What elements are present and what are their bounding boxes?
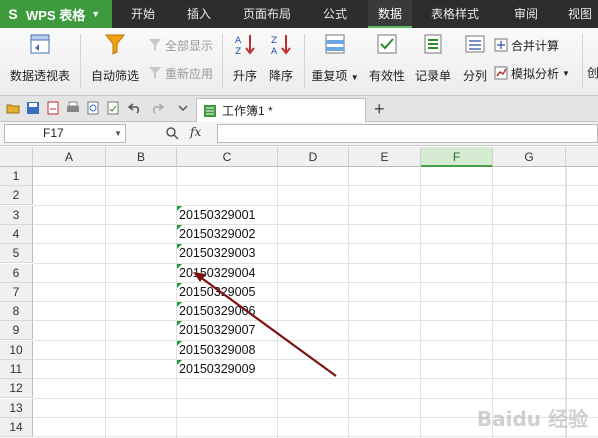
reapply-filter-icon: [149, 67, 161, 79]
reapply-button[interactable]: 重新应用: [148, 64, 213, 82]
chevron-down-icon: ▼: [562, 68, 570, 78]
more-ribbon-button[interactable]: 创: [586, 32, 598, 90]
show-all-button[interactable]: 全部显示: [148, 36, 213, 54]
svg-text:A: A: [235, 36, 242, 46]
what-if-button[interactable]: 模拟分析 ▼: [494, 64, 570, 82]
sort-ascending-button[interactable]: A Z 升序: [228, 32, 262, 90]
clear-filter-icon: [149, 39, 161, 51]
duplicates-button[interactable]: 重复项 ▼: [308, 32, 362, 90]
undo-icon[interactable]: [128, 101, 142, 115]
document-tab[interactable]: 工作簿1 *: [196, 98, 366, 122]
spreadsheet-file-icon: [204, 104, 216, 117]
svg-text:Z: Z: [271, 36, 277, 46]
open-folder-icon[interactable]: [6, 101, 20, 115]
sort-descending-button[interactable]: Z A 降序: [264, 32, 298, 90]
autofilter-label: 自动筛选: [90, 69, 139, 83]
filter-icon: [104, 34, 126, 55]
record-form-icon: [424, 34, 442, 54]
name-box[interactable]: F17 ▼: [4, 124, 126, 143]
menu-home[interactable]: 开始: [120, 0, 166, 28]
pivot-table-button[interactable]: 数据透视表: [6, 32, 74, 90]
menu-insert[interactable]: 插入: [176, 0, 222, 28]
pivot-table-label: 数据透视表: [9, 69, 70, 83]
chevron-down-icon: ▼: [350, 73, 359, 82]
app-menu-button[interactable]: S WPS 表格 ▼: [0, 0, 112, 28]
watermark: Baidu 经验: [476, 407, 588, 431]
menu-formula[interactable]: 公式: [312, 0, 358, 28]
annotation-arrow: [193, 272, 337, 377]
export-pdf-icon[interactable]: [46, 101, 60, 115]
customize-toolbar-icon[interactable]: [176, 101, 190, 115]
sort-ascending-icon: A Z: [235, 35, 255, 57]
app-name: WPS 表格: [26, 7, 86, 23]
autofilter-button[interactable]: 自动筛选: [86, 32, 144, 90]
spell-check-icon[interactable]: [106, 101, 120, 115]
formula-input[interactable]: [217, 124, 598, 143]
split-column-icon: [465, 35, 485, 53]
validity-icon: [377, 34, 397, 54]
menu-table-style[interactable]: 表格样式: [424, 0, 486, 28]
merge-calc-icon: [494, 38, 508, 52]
quick-access-toolbar: 工作簿1 * +: [0, 96, 598, 122]
zoom-icon[interactable]: [165, 126, 179, 140]
function-icon[interactable]: fx: [190, 125, 201, 139]
merge-calc-button[interactable]: 合并计算: [494, 36, 559, 54]
svg-text:Z: Z: [235, 47, 241, 56]
menu-bar: S WPS 表格 ▼ 开始 插入 页面布局 公式 数据 表格样式 审阅 视图: [0, 0, 598, 28]
new-tab-button[interactable]: +: [374, 99, 385, 120]
ribbon: 数据透视表 自动筛选 全部显示 重新应用 A Z 升序 Z A 降序 重复项 ▼…: [0, 28, 598, 96]
chevron-down-icon: ▼: [114, 129, 122, 138]
spreadsheet-grid[interactable]: ABCDEFG 1 2 3 4 5 6 7 8 9 10 11 12 13 14 20150329001 2…: [0, 147, 598, 438]
redo-icon[interactable]: [150, 101, 164, 115]
menu-review[interactable]: 审阅: [506, 0, 546, 28]
menu-page-layout[interactable]: 页面布局: [236, 0, 298, 28]
wps-logo-icon: S: [8, 6, 18, 22]
sort-descending-icon: Z A: [271, 35, 291, 57]
what-if-icon: [494, 66, 508, 80]
chevron-down-icon: ▼: [91, 9, 101, 19]
print-preview-icon[interactable]: [86, 101, 100, 115]
print-icon[interactable]: [66, 101, 80, 115]
menu-view[interactable]: 视图: [562, 0, 598, 28]
record-form-button[interactable]: 记录单: [412, 32, 454, 90]
name-box-value: F17: [43, 126, 64, 140]
save-icon[interactable]: [26, 101, 40, 115]
split-column-button[interactable]: 分列: [458, 32, 492, 90]
formula-bar: F17 ▼ fx: [0, 122, 598, 146]
duplicates-icon: [325, 34, 345, 54]
validity-button[interactable]: 有效性: [366, 32, 408, 90]
menu-data[interactable]: 数据: [368, 0, 412, 28]
document-title: 工作簿1 *: [222, 104, 273, 118]
svg-text:A: A: [271, 47, 278, 56]
pivot-table-icon: [30, 34, 50, 54]
